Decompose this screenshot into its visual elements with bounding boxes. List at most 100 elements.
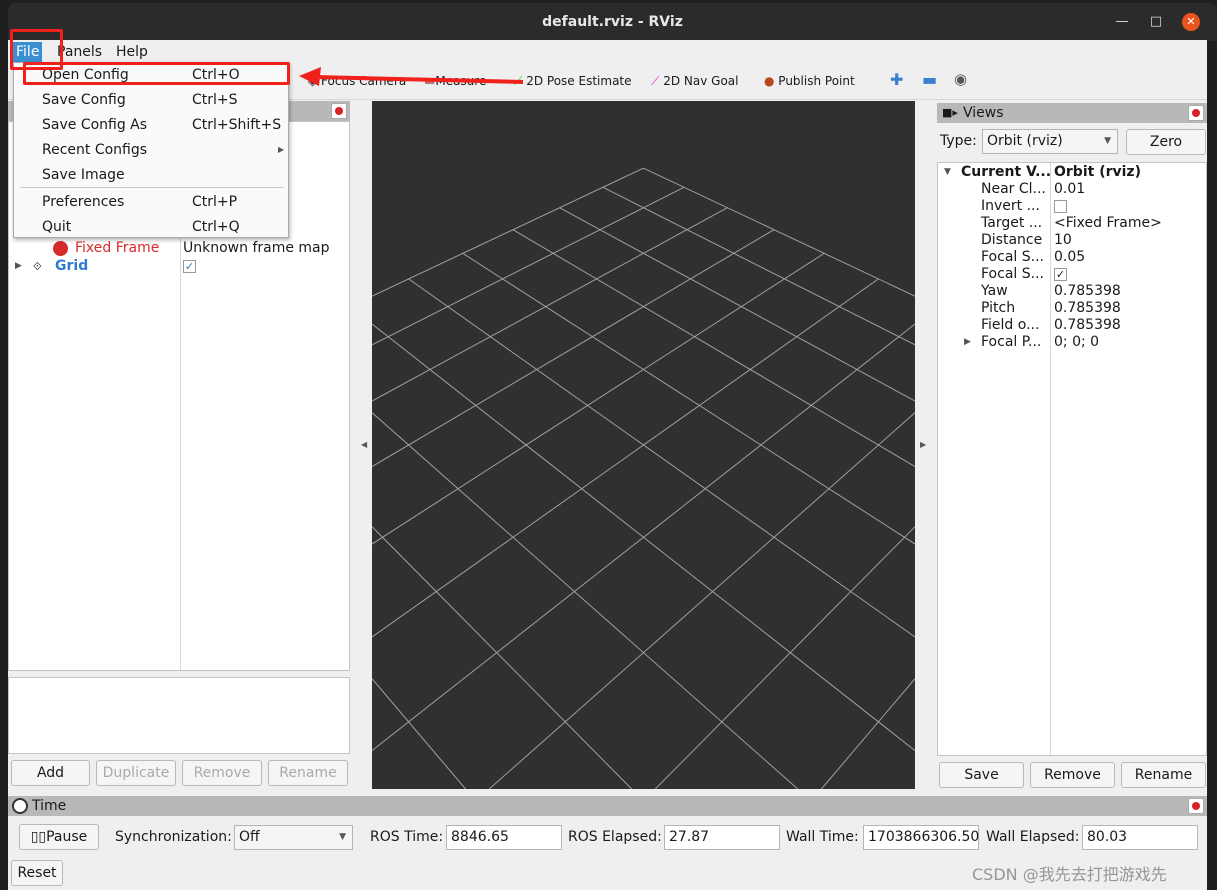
eye-icon[interactable]: ◉ — [954, 70, 967, 88]
type-label: Type: — [940, 133, 977, 149]
remove-view-button[interactable]: Remove — [1030, 762, 1115, 788]
tree-row-fixed-frame[interactable]: Fixed Frame Unknown frame map — [9, 240, 349, 257]
collapse-arrow-icon[interactable]: ▼ — [944, 164, 951, 181]
property-name: Pitch — [981, 300, 1016, 316]
file-menu-dropdown: ▶ Open Config Ctrl+O Save Config Ctrl+S Save… — [13, 62, 289, 238]
ros-time-label: ROS Time: — [370, 829, 444, 845]
display-description-box — [8, 677, 350, 754]
property-value: <Fixed Frame> — [1054, 215, 1162, 231]
property-value: 0.785398 — [1054, 317, 1121, 333]
menu-help[interactable]: Help — [113, 42, 151, 62]
property-name: Invert ... — [981, 198, 1040, 214]
window-title: default.rviz - RViz — [542, 14, 683, 30]
property-value: Orbit (rviz) — [1054, 164, 1141, 180]
add-button[interactable]: Add — [11, 760, 90, 786]
view-property-row[interactable]: Focal S... ✓ — [938, 266, 1206, 283]
minus-icon[interactable]: ▬ — [922, 70, 937, 89]
menu-item-label: Recent Configs — [42, 142, 148, 158]
view-property-row[interactable]: Yaw 0.785398 — [938, 283, 1206, 300]
camera-icon: ■▸ — [942, 106, 958, 119]
menu-item-label: Save Config — [42, 92, 126, 108]
view-property-row[interactable]: Invert ... — [938, 198, 1206, 215]
nav-goal-tool[interactable]: ⟋ 2D Nav Goal — [651, 74, 738, 89]
wall-elapsed-field[interactable]: 80.03 — [1082, 825, 1198, 850]
view-property-row[interactable]: Distance 10 — [938, 232, 1206, 249]
view-property-row[interactable]: Pitch 0.785398 — [938, 300, 1206, 317]
view-property-row[interactable]: Near Cl... 0.01 — [938, 181, 1206, 198]
tree-row-grid[interactable]: ▶ ⟐ Grid ✓ — [9, 258, 349, 275]
publish-point-tool[interactable]: ● Publish Point — [764, 74, 855, 88]
property-value: 0.05 — [1054, 249, 1086, 265]
clock-icon — [12, 798, 28, 814]
view-property-row[interactable]: ▼ Current V... Orbit (rviz) — [938, 164, 1206, 181]
view-type-select[interactable]: Orbit (rviz) ▼ — [982, 129, 1118, 154]
property-value: 0.785398 — [1054, 283, 1121, 299]
menu-item-label: Quit — [42, 219, 72, 235]
remove-display-button[interactable]: Remove — [182, 760, 262, 786]
property-name: Near Cl... — [981, 181, 1046, 197]
view-property-row[interactable]: Field o... 0.785398 — [938, 317, 1206, 334]
property-checkbox[interactable]: ✓ — [1054, 268, 1067, 281]
property-checkbox[interactable] — [1054, 200, 1067, 213]
3d-viewport[interactable] — [372, 101, 915, 789]
minimize-button[interactable]: — — [1114, 14, 1130, 30]
grid-icon: ⟐ — [33, 260, 42, 273]
duplicate-button[interactable]: Duplicate — [96, 760, 176, 786]
menu-item-save-config-as[interactable]: Save Config As Ctrl+Shift+S — [14, 113, 288, 138]
grid-enabled-checkbox[interactable]: ✓ — [183, 260, 196, 273]
map-pin-icon: ● — [764, 74, 779, 88]
property-value: 0; 0; 0 — [1054, 334, 1100, 350]
views-property-tree: ▼ Current V... Orbit (rviz) Near Cl... 0.01 I… — [937, 162, 1207, 756]
grid-label: Grid — [55, 258, 89, 274]
wall-time-label: Wall Time: — [786, 829, 859, 845]
view-property-row[interactable]: Focal S... 0.05 — [938, 249, 1206, 266]
reset-button[interactable]: Reset — [11, 860, 63, 886]
wall-time-field[interactable]: 1703866306.50 — [863, 825, 979, 850]
menu-item-save-image[interactable]: Save Image — [14, 163, 288, 188]
menu-item-label: Save Image — [42, 167, 125, 183]
menu-item-shortcut: Ctrl+Q — [192, 219, 240, 235]
pink-arrow-icon: ⟋ — [651, 74, 664, 88]
close-window-button[interactable]: ✕ — [1182, 13, 1200, 31]
menu-item-shortcut: Ctrl+S — [192, 92, 238, 108]
expand-arrow-icon[interactable]: ▶ — [964, 334, 971, 351]
menu-item-save-config[interactable]: Save Config Ctrl+S — [14, 88, 288, 113]
pause-button[interactable]: ▯▯Pause — [19, 824, 99, 850]
rename-view-button[interactable]: Rename — [1121, 762, 1206, 788]
close-panel-icon[interactable] — [1188, 105, 1204, 121]
views-title: Views — [963, 105, 1004, 121]
ros-time-field[interactable]: 8846.65 — [446, 825, 562, 850]
menu-item-quit[interactable]: Quit Ctrl+Q — [14, 215, 288, 240]
plus-icon[interactable]: ✚ — [890, 70, 903, 89]
ros-elapsed-label: ROS Elapsed: — [568, 829, 662, 845]
collapse-right-handle[interactable]: ▶ — [920, 440, 926, 449]
property-name: Current V... — [961, 164, 1052, 180]
sync-select[interactable]: Off ▼ — [234, 825, 353, 850]
close-panel-icon[interactable] — [1188, 798, 1204, 814]
time-panel-header: Time — [8, 796, 1207, 816]
sync-label: Synchronization: — [115, 829, 232, 845]
rename-display-button[interactable]: Rename — [268, 760, 348, 786]
fixed-frame-value: Unknown frame map — [183, 240, 330, 256]
save-view-button[interactable]: Save — [939, 762, 1024, 788]
property-name: Field o... — [981, 317, 1040, 333]
menu-item-shortcut: Ctrl+Shift+S — [192, 117, 282, 133]
annotation-arrow — [299, 67, 524, 86]
menu-item-label: Save Config As — [42, 117, 148, 133]
collapse-left-handle[interactable]: ◀ — [361, 440, 367, 449]
expand-arrow-icon[interactable]: ▶ — [15, 258, 22, 275]
view-property-row[interactable]: ▶ Focal P... 0; 0; 0 — [938, 334, 1206, 351]
zero-button[interactable]: Zero — [1126, 129, 1206, 155]
menu-item-preferences[interactable]: Preferences Ctrl+P — [14, 190, 288, 215]
view-property-row[interactable]: Target ... <Fixed Frame> — [938, 215, 1206, 232]
property-name: Yaw — [981, 283, 1008, 299]
property-value: 10 — [1054, 232, 1072, 248]
property-name: Focal P... — [981, 334, 1042, 350]
close-panel-icon[interactable] — [331, 103, 347, 119]
highlight-box-open-config — [23, 62, 290, 85]
maximize-button[interactable]: □ — [1148, 14, 1164, 30]
property-value: 0.01 — [1054, 181, 1086, 197]
pose-estimate-tool[interactable]: ⟋ 2D Pose Estimate — [514, 74, 632, 89]
menu-item-recent-configs[interactable]: Recent Configs — [14, 138, 288, 163]
ros-elapsed-field[interactable]: 27.87 — [664, 825, 780, 850]
